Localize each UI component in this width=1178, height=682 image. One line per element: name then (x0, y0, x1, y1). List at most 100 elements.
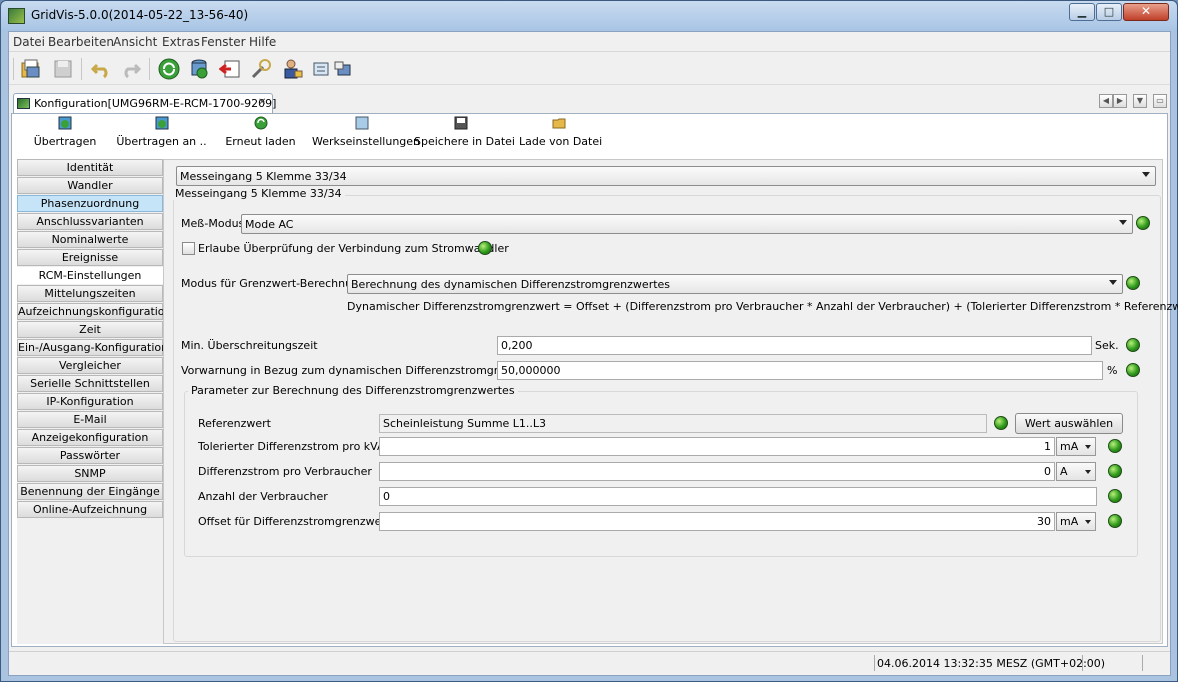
save-all-icon[interactable] (51, 57, 75, 81)
status-led-icon (1108, 439, 1122, 453)
tab-list-icon[interactable]: ▼ (1133, 94, 1147, 108)
nav-anschlussvarianten[interactable]: Anschlussvarianten (17, 213, 163, 230)
menu-datei[interactable]: Datei (13, 35, 45, 49)
menu-extras[interactable]: Extras (162, 35, 200, 49)
status-led-icon (1136, 216, 1150, 230)
tolerated-current-unit-select[interactable]: mA (1056, 437, 1096, 456)
save-to-file-button[interactable]: Speichere in Datei (414, 116, 515, 148)
min-time-label: Min. Überschreitungszeit (181, 339, 318, 352)
minimize-button[interactable]: ▁ (1069, 3, 1095, 21)
load-from-file-button[interactable]: Lade von Datei (519, 116, 602, 148)
input-group-title: Messeingang 5 Klemme 33/34 (172, 187, 345, 200)
nav-online-aufzeichnung[interactable]: Online-Aufzeichnung (17, 501, 163, 518)
nav-benennung-der-eingaenge[interactable]: Benennung der Eingänge (17, 483, 163, 500)
sync-icon[interactable] (157, 57, 181, 81)
menu-fenster[interactable]: Fenster (201, 35, 246, 49)
consumer-count-label: Anzahl der Verbraucher (198, 490, 328, 503)
nav-rcm-einstellungen[interactable]: RCM-Einstellungen (17, 267, 163, 284)
status-separator (1142, 655, 1143, 671)
menu-hilfe[interactable]: Hilfe (249, 35, 276, 49)
tools-icon[interactable] (249, 57, 273, 81)
prewarn-unit: % (1107, 364, 1118, 377)
nav-snmp[interactable]: SNMP (17, 465, 163, 482)
status-separator (874, 655, 875, 671)
tab-configuration[interactable]: Konfiguration[UMG96RM-E-RCM-1700-9209] ✕ (13, 93, 277, 113)
user-lock-icon[interactable] (281, 57, 305, 81)
toolbar-grip (13, 58, 14, 80)
save-file-icon (454, 116, 468, 130)
nav-zeit[interactable]: Zeit (17, 321, 163, 338)
transfer-button[interactable]: Übertragen (30, 116, 100, 148)
transfer-to-button[interactable]: Übertragen an .. (114, 116, 209, 148)
title-bar[interactable]: GridVis-5.0.0(2014-05-22_13-56-40) ▁ □ ✕ (1, 1, 1177, 31)
rcm-settings-content: Messeingang 5 Klemme 33/34 Messeingang 5… (163, 159, 1178, 644)
verify-connection-checkbox[interactable] (182, 242, 195, 255)
database-sync-icon[interactable] (187, 57, 211, 81)
reload-button[interactable]: Erneut laden (223, 116, 298, 148)
tab-label: Konfiguration[UMG96RM-E-RCM-1700-9209] (34, 97, 277, 110)
consumer-count-input[interactable]: 0 (379, 487, 1097, 506)
maximize-tab-icon[interactable]: ▭ (1153, 94, 1167, 108)
prewarn-label: Vorwarnung in Bezug zum dynamischen Diff… (181, 364, 543, 377)
nav-phasenzuordnung[interactable]: Phasenzuordnung (17, 195, 163, 212)
limit-mode-select[interactable]: Berechnung des dynamischen Differenzstro… (347, 274, 1123, 294)
mode-label: Meß-Modus (181, 217, 245, 230)
prewarn-input[interactable]: 50,000000 (497, 361, 1103, 380)
scroll-left-icon[interactable]: ◀ (1099, 94, 1113, 108)
nav-aufzeichnungskonfiguration[interactable]: Aufzeichnungskonfiguration (17, 303, 172, 320)
toolbar (9, 53, 1170, 85)
menu-bearbeiten[interactable]: Bearbeiten (48, 35, 114, 49)
undo-icon[interactable] (89, 57, 113, 81)
application-window: GridVis-5.0.0(2014-05-22_13-56-40) ▁ □ ✕… (0, 0, 1178, 682)
chevron-down-icon (1142, 172, 1150, 177)
close-button[interactable]: ✕ (1123, 3, 1169, 21)
diff-current-label: Differenzstrom pro Verbraucher (198, 465, 372, 478)
mode-select[interactable]: Mode AC (241, 214, 1133, 234)
device-list-icon[interactable] (309, 57, 333, 81)
nav-ereignisse[interactable]: Ereignisse (17, 249, 163, 266)
tolerated-current-label: Tolerierter Differenzstrom pro kVA (198, 440, 385, 453)
tab-close-icon[interactable]: ✕ (258, 97, 266, 108)
nav-serielle-schnittstellen[interactable]: Serielle Schnittstellen (17, 375, 163, 392)
window-title: GridVis-5.0.0(2014-05-22_13-56-40) (31, 8, 249, 22)
status-separator (1082, 655, 1083, 671)
nav-ein-ausgang-konfiguration[interactable]: Ein-/Ausgang-Konfiguration (17, 339, 168, 356)
open-project-icon[interactable] (19, 57, 43, 81)
diff-current-unit-select[interactable]: A (1056, 462, 1096, 481)
reload-icon (254, 116, 267, 130)
tolerated-current-input[interactable]: 1 (379, 437, 1055, 456)
nav-e-mail[interactable]: E-Mail (17, 411, 163, 428)
offset-input[interactable]: 30 (379, 512, 1055, 531)
chevron-down-icon (1085, 445, 1091, 449)
select-value-button[interactable]: Wert auswählen (1015, 413, 1123, 434)
chevron-down-icon (1085, 520, 1091, 524)
nav-identitaet[interactable]: Identität (17, 159, 163, 176)
diff-current-input[interactable]: 0 (379, 462, 1055, 481)
document-tab-bar: Konfiguration[UMG96RM-E-RCM-1700-9209] ✕… (9, 90, 1170, 113)
input-select[interactable]: Messeingang 5 Klemme 33/34 (176, 166, 1156, 186)
nav-passwoerter[interactable]: Passwörter (17, 447, 163, 464)
chevron-down-icon (1085, 470, 1091, 474)
toolbar-separator (81, 58, 82, 80)
nav-wandler[interactable]: Wandler (17, 177, 163, 194)
nav-anzeigekonfiguration[interactable]: Anzeigekonfiguration (17, 429, 163, 446)
scroll-right-icon[interactable]: ▶ (1113, 94, 1127, 108)
status-led-icon (1108, 489, 1122, 503)
factory-settings-button[interactable]: Werkseinstellungen (312, 116, 420, 148)
app-logo-icon (8, 8, 25, 24)
nav-vergleicher[interactable]: Vergleicher (17, 357, 163, 374)
nav-ip-konfiguration[interactable]: IP-Konfiguration (17, 393, 163, 410)
transfer-icon (58, 116, 72, 130)
nav-mittelungszeiten[interactable]: Mittelungszeiten (17, 285, 163, 302)
nav-nominalwerte[interactable]: Nominalwerte (17, 231, 163, 248)
offset-unit-select[interactable]: mA (1056, 512, 1096, 531)
status-led-icon (1126, 338, 1140, 352)
maximize-button[interactable]: □ (1096, 3, 1122, 21)
disconnect-icon[interactable] (219, 57, 243, 81)
device-window-icon[interactable] (331, 57, 355, 81)
min-time-unit: Sek. (1095, 339, 1119, 352)
menu-ansicht[interactable]: Ansicht (113, 35, 157, 49)
min-time-input[interactable]: 0,200 (497, 336, 1092, 355)
redo-icon[interactable] (119, 57, 143, 81)
status-led-icon (994, 416, 1008, 430)
